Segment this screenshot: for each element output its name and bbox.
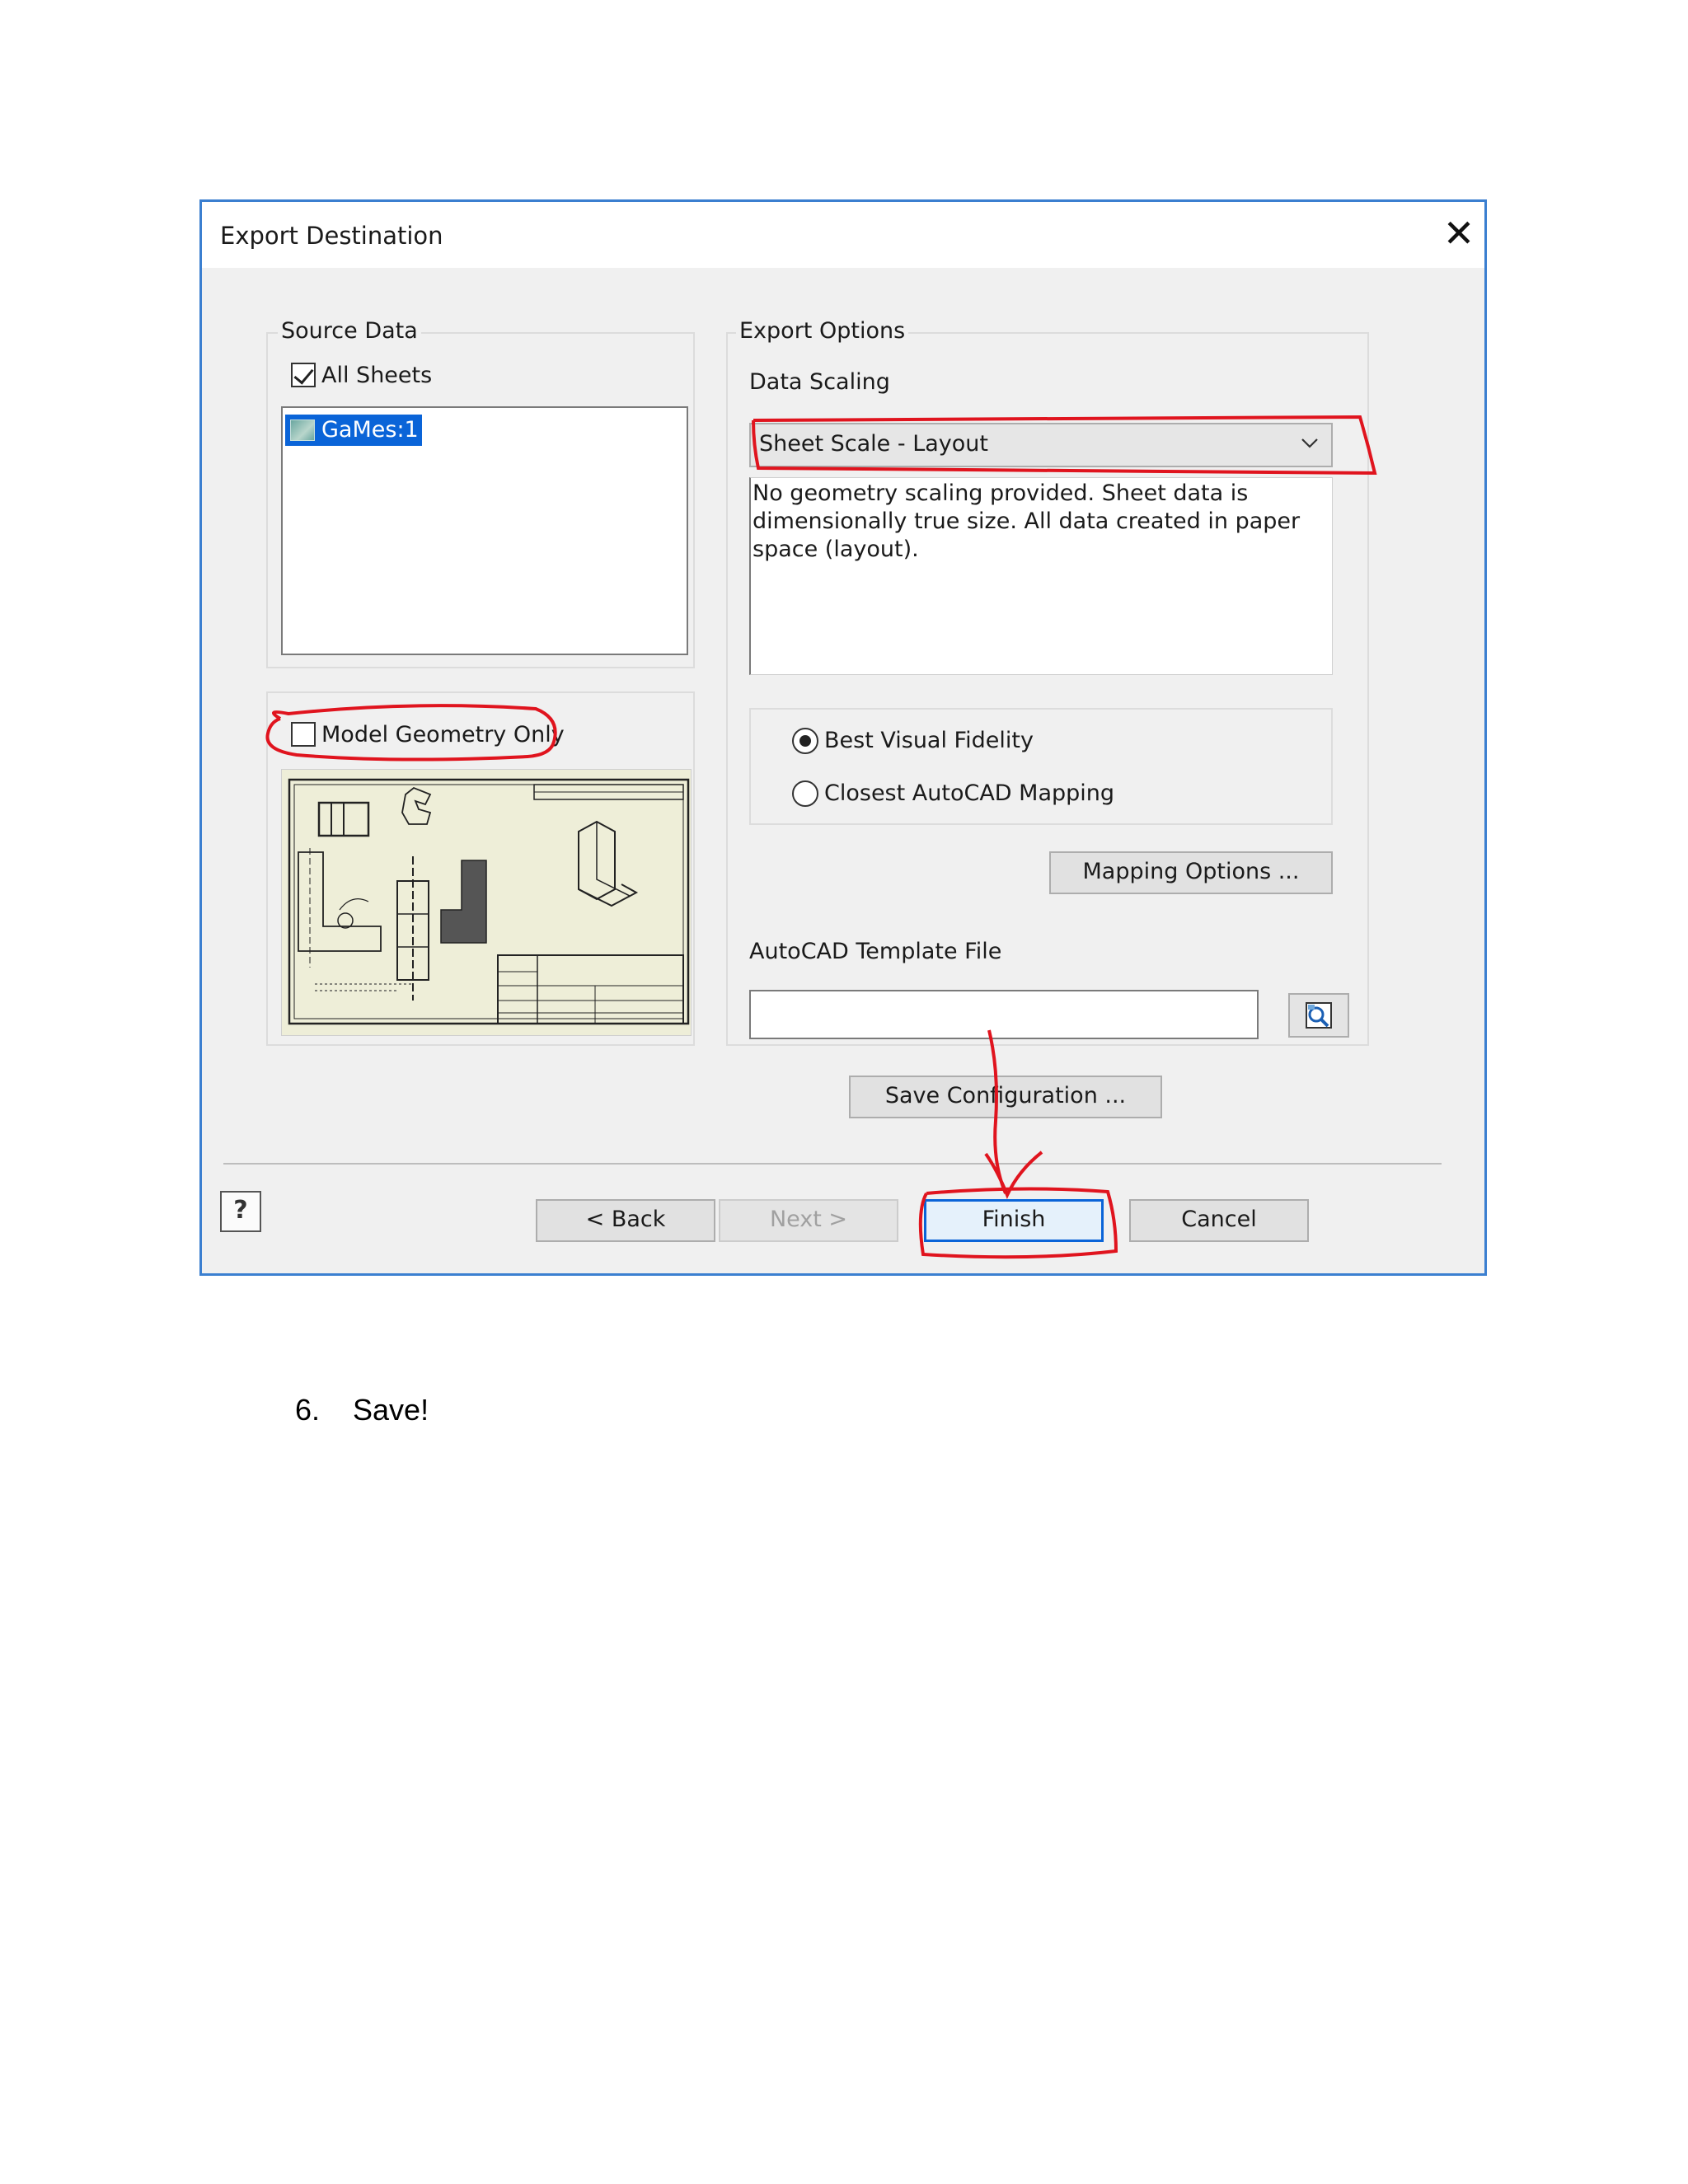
back-button[interactable]: < Back xyxy=(536,1199,715,1242)
step-number: 6. xyxy=(295,1393,321,1427)
model-geometry-label[interactable]: Model Geometry Only xyxy=(321,722,565,748)
cancel-button[interactable]: Cancel xyxy=(1129,1199,1309,1242)
sheet-icon xyxy=(290,419,315,441)
data-scaling-value: Sheet Scale - Layout xyxy=(759,431,988,457)
mapping-options-button[interactable]: Mapping Options ... xyxy=(1049,851,1333,894)
save-configuration-button[interactable]: Save Configuration ... xyxy=(849,1076,1162,1118)
browse-template-button[interactable] xyxy=(1288,993,1349,1038)
sheet-list[interactable]: GaMes:1 xyxy=(281,406,688,655)
sheet-name: GaMes:1 xyxy=(321,417,419,443)
best-visual-fidelity-radio[interactable] xyxy=(792,728,818,754)
export-options-label: Export Options xyxy=(736,318,909,344)
all-sheets-checkbox[interactable] xyxy=(291,363,316,387)
drawing-thumbnail-icon xyxy=(288,778,690,1025)
template-file-label: AutoCAD Template File xyxy=(749,939,1002,964)
help-icon[interactable]: ? xyxy=(220,1191,261,1232)
source-data-label: Source Data xyxy=(278,318,421,344)
scaling-description-box: No geometry scaling provided. Sheet data… xyxy=(749,477,1333,675)
dialog-title: Export Destination xyxy=(220,222,443,250)
dialog-title-bar: Export Destination ✕ xyxy=(202,202,1484,268)
data-scaling-label: Data Scaling xyxy=(749,369,890,395)
close-icon[interactable]: ✕ xyxy=(1438,213,1479,255)
best-visual-fidelity-label[interactable]: Best Visual Fidelity xyxy=(824,728,1034,753)
next-button[interactable]: Next > xyxy=(719,1199,898,1242)
fidelity-options-group xyxy=(749,708,1333,825)
finish-button[interactable]: Finish xyxy=(924,1199,1104,1242)
closest-autocad-mapping-label[interactable]: Closest AutoCAD Mapping xyxy=(824,780,1114,806)
export-destination-dialog: Export Destination ✕ Source Data All She… xyxy=(199,199,1487,1276)
template-file-input[interactable] xyxy=(749,990,1259,1039)
scaling-description: No geometry scaling provided. Sheet data… xyxy=(753,480,1301,562)
model-geometry-checkbox[interactable] xyxy=(291,722,316,747)
data-scaling-dropdown[interactable]: Sheet Scale - Layout xyxy=(749,423,1333,467)
step-text: Save! xyxy=(353,1393,429,1427)
all-sheets-label[interactable]: All Sheets xyxy=(321,363,432,388)
instruction-step: 6. Save! xyxy=(295,1393,429,1427)
browse-folder-icon xyxy=(1306,1002,1332,1029)
chevron-down-icon xyxy=(1301,438,1318,448)
sheet-list-item[interactable]: GaMes:1 xyxy=(285,415,422,446)
closest-autocad-mapping-radio[interactable] xyxy=(792,780,818,807)
drawing-preview xyxy=(281,769,692,1036)
footer-separator xyxy=(223,1163,1442,1165)
